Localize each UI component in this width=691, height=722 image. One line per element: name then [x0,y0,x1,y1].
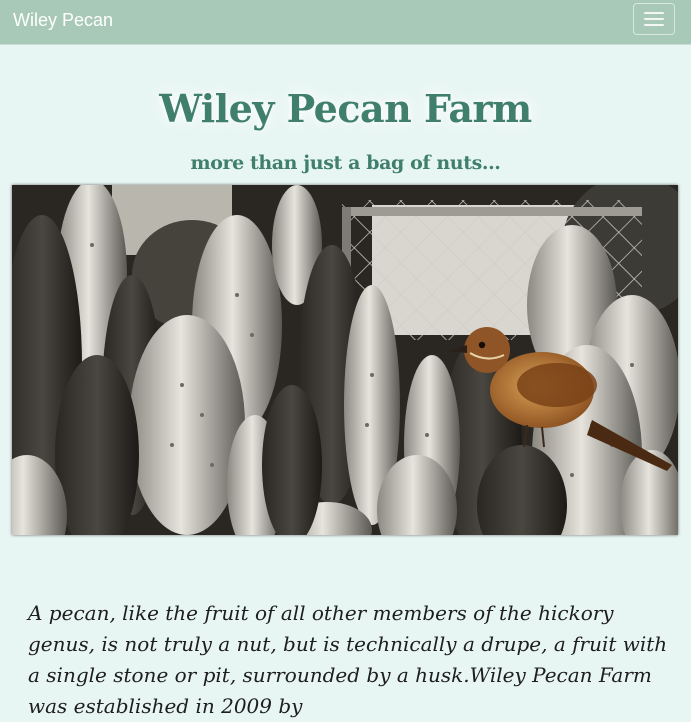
hamburger-menu-icon [644,12,664,26]
intro-paragraph: A pecan, like the fruit of all other mem… [28,601,668,718]
navbar-toggle-button[interactable] [633,3,675,35]
page-title: Wiley Pecan Farm [159,86,532,131]
navbar-brand-link[interactable]: Wiley Pecan [13,9,113,31]
page-tagline: more than just a bag of nuts... [190,152,501,174]
top-navbar: Wiley Pecan [0,0,691,45]
hero-image [12,185,678,535]
bird-on-cactus-photo [12,185,678,535]
